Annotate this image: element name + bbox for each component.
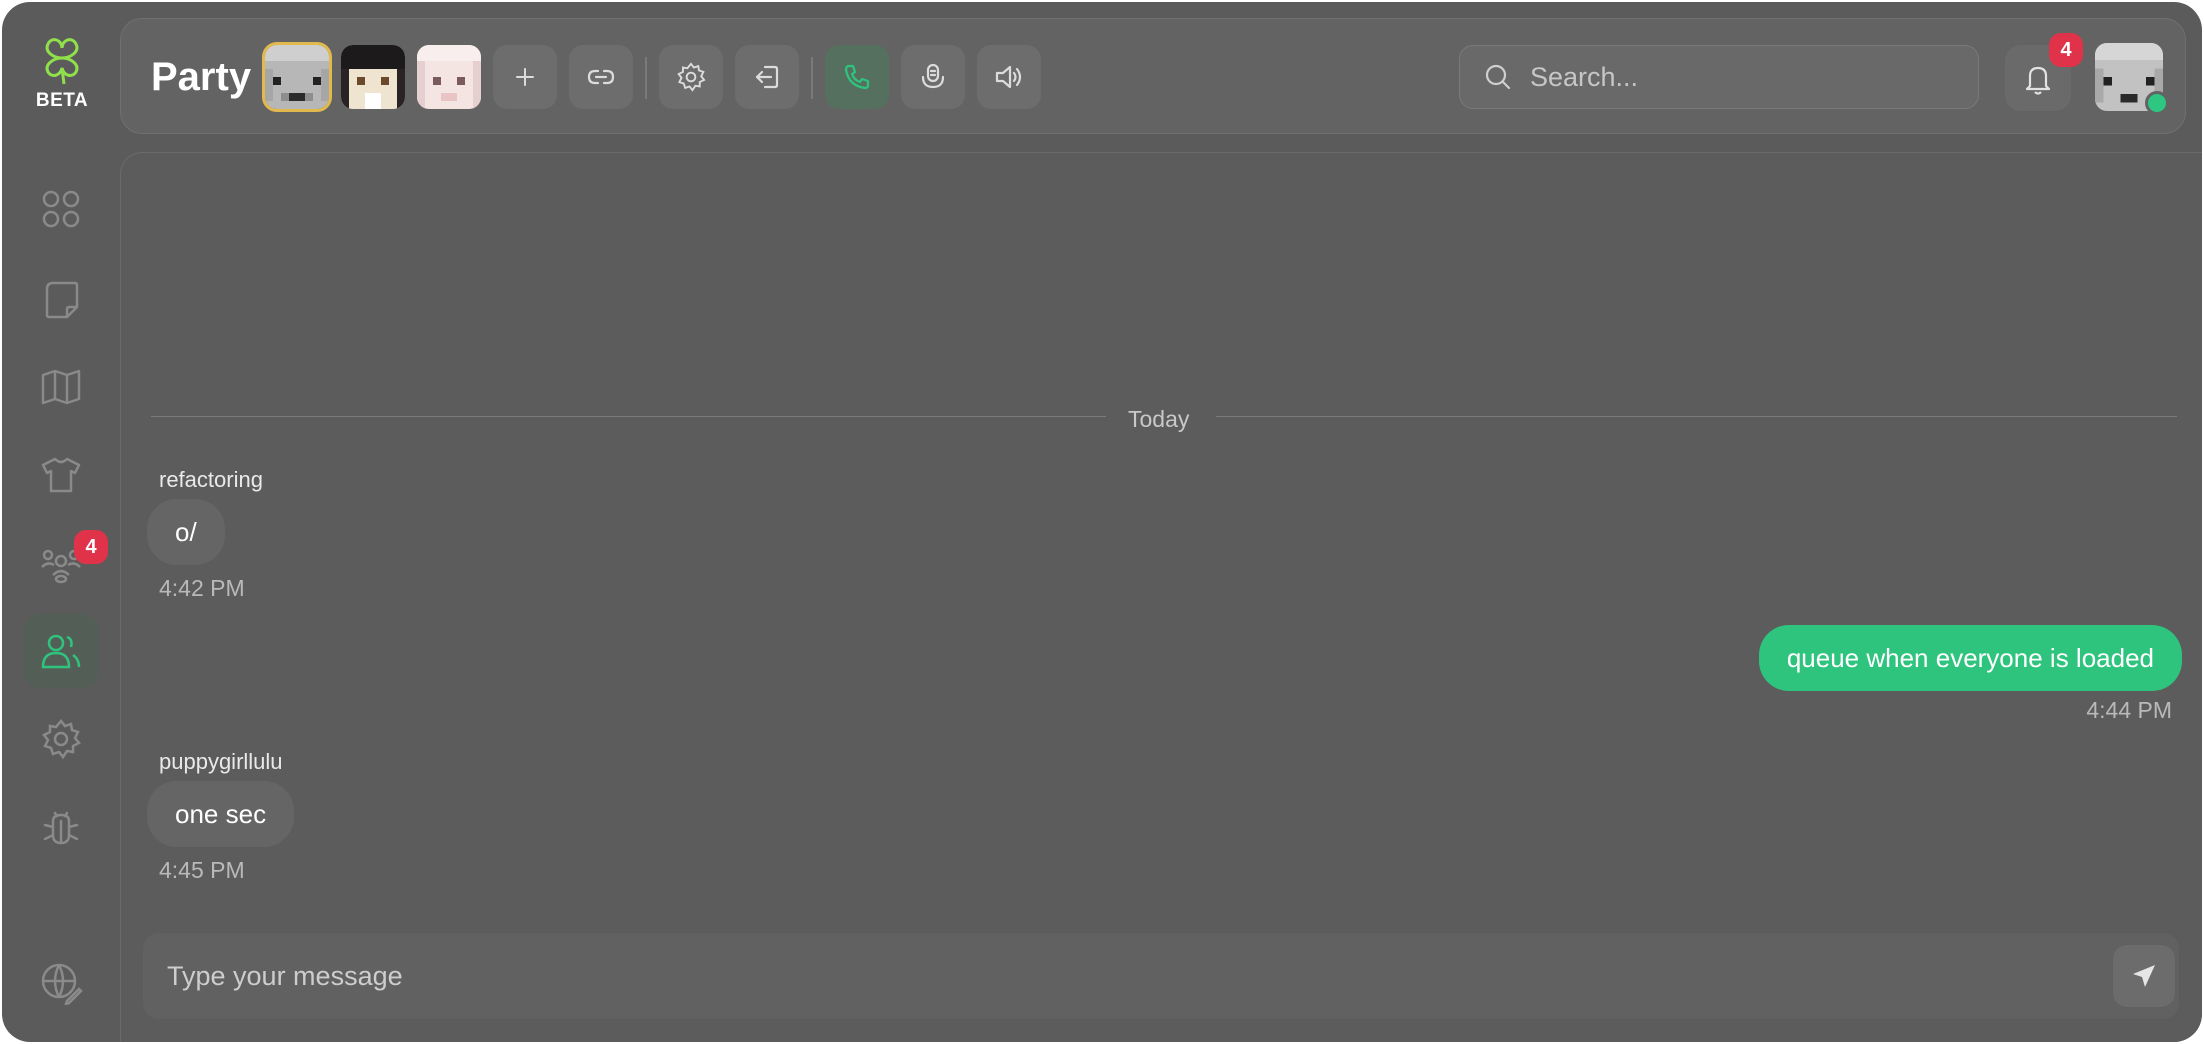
party-member-avatar[interactable] [341,45,405,109]
globe-edit-icon [41,963,83,1005]
app-window: BETA 4 Party Search... 4 Today refactori… [2,2,2202,1042]
sidebar-item-wardrobe[interactable] [24,438,98,512]
map-icon [41,369,81,405]
date-divider: Today [151,406,2177,432]
bug-icon [43,811,79,845]
sidebar-footer-globe[interactable] [24,946,98,1020]
gear-icon [42,719,81,760]
message-timestamp: 4:45 PM [159,857,245,883]
notification-count-badge: 4 [2049,33,2083,67]
invite-member-button[interactable] [493,45,557,109]
gear-icon [677,62,706,92]
speaker-icon [995,65,1022,89]
beta-label: BETA [35,90,89,111]
send-icon [2133,965,2155,987]
copy-link-button[interactable] [569,45,633,109]
message-author: refactoring [159,467,263,492]
divider-line [151,416,1106,417]
sidebar-item-party[interactable] [24,614,98,688]
community-badge: 4 [74,530,108,564]
plus-icon [516,68,534,86]
sidebar-item-map[interactable] [24,350,98,424]
toolbar-divider [645,57,647,99]
exit-icon [755,65,779,89]
page-title: Party [151,55,252,99]
note-icon [45,281,79,319]
message-bubble-outgoing[interactable]: queue when everyone is loaded [1758,625,2182,691]
search-input[interactable] [1530,61,1970,93]
message-bubble[interactable]: o/ [147,499,225,565]
speaker-button[interactable] [977,45,1041,109]
online-status-indicator [2145,91,2169,115]
microphone-icon [921,63,945,89]
message-bubble[interactable]: one sec [147,781,295,847]
search-box[interactable] [1459,45,1979,109]
top-bar: Party Search... 4 [120,18,2186,134]
sidebar-item-dashboard[interactable] [24,172,98,246]
message-input[interactable] [167,953,2027,999]
party-member-avatar[interactable] [417,45,481,109]
toolbar-divider [811,57,813,99]
message-timestamp: 4:44 PM [2086,697,2172,723]
divider-line [1216,416,2177,417]
sidebar-item-settings[interactable] [24,702,98,776]
leave-party-button[interactable] [735,45,799,109]
send-button[interactable] [2113,945,2175,1007]
message-composer [143,933,2179,1019]
search-icon [1485,64,1511,90]
party-member-avatar[interactable] [262,42,332,112]
users-icon [41,634,81,669]
microphone-button[interactable] [901,45,965,109]
date-divider-label: Today [1128,406,1190,432]
sidebar: BETA 4 [2,2,120,1042]
shirt-icon [41,457,81,493]
app-logo[interactable]: BETA [26,32,98,122]
grid-icon [42,190,80,228]
sidebar-item-community[interactable]: 4 [24,526,108,600]
chat-panel: Today refactoring o/ 4:42 PM queue when … [120,152,2202,1042]
bell-icon [2025,66,2051,95]
phone-icon [844,64,870,90]
message-timestamp: 4:42 PM [159,575,245,601]
voice-call-button[interactable] [825,45,889,109]
sidebar-item-notes[interactable] [24,262,98,336]
party-settings-button[interactable] [659,45,723,109]
link-icon [587,69,615,85]
message-author: puppygirllulu [159,749,283,774]
clover-icon [45,38,79,85]
sidebar-item-bug-report[interactable] [24,790,98,864]
